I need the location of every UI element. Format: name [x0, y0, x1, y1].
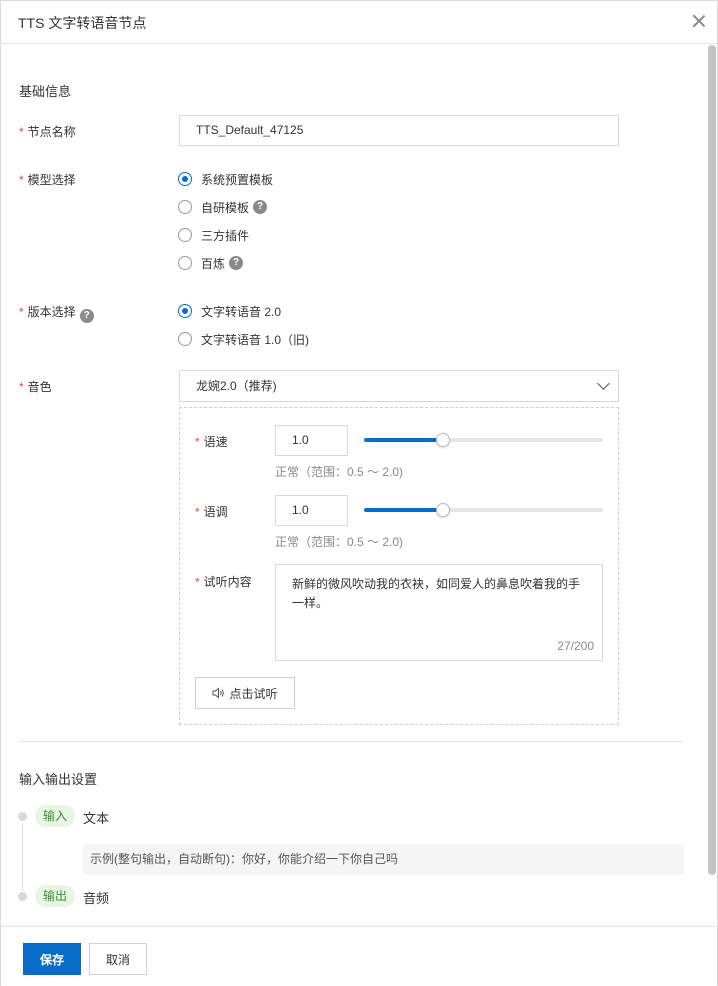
node-name-label: * 节点名称	[19, 125, 76, 139]
version-option-label: 文字转语音 1.0（旧)	[201, 332, 310, 347]
speed-label: * 语速	[195, 435, 228, 449]
required-mark: *	[195, 435, 200, 449]
input-dot	[18, 812, 27, 821]
preview-label: * 试听内容	[195, 575, 252, 589]
tts-node-panel: TTS 文字转语音节点 基础信息 * 节点名称 TTS_Default_47125…	[0, 0, 718, 986]
preview-text: 新鲜的微风吹动我的衣袂，如同爱人的鼻息吹着我的手一样。	[292, 577, 581, 610]
voice-select[interactable]: 龙婉2.0（推荐)	[179, 370, 619, 402]
model-option-label: 自研模板	[201, 200, 250, 215]
model-label: * 模型选择	[19, 173, 76, 187]
required-mark: *	[19, 125, 24, 139]
pitch-label: * 语调	[195, 505, 228, 519]
version-label: * 版本选择?	[19, 303, 94, 323]
required-mark: *	[195, 575, 200, 589]
input-tag: 输入	[35, 805, 76, 827]
help-icon[interactable]: ?	[229, 256, 244, 270]
model-option-custom[interactable]: 自研模板 ?	[178, 198, 268, 216]
chevron-down-icon	[597, 377, 610, 390]
required-mark: *	[19, 305, 24, 319]
preview-textarea[interactable]: 新鲜的微风吹动我的衣袂，如同爱人的鼻息吹着我的手一样。 27/200	[275, 564, 603, 661]
voice-label: * 音色	[19, 380, 52, 394]
speed-hint: 正常（范围：0.5 ～ 2.0)	[275, 465, 404, 479]
cancel-button[interactable]: 取消	[89, 943, 147, 975]
output-dot	[18, 892, 27, 901]
radio-unchecked[interactable]	[178, 332, 192, 346]
speed-slider-fill	[364, 438, 443, 442]
model-option-bailian[interactable]: 百炼 ?	[178, 254, 244, 272]
voice-selected-value: 龙婉2.0（推荐)	[196, 379, 277, 393]
radio-unchecked[interactable]	[178, 200, 192, 214]
model-option-label: 系统预置模板	[201, 172, 274, 187]
section-divider	[19, 741, 683, 742]
pitch-slider[interactable]	[364, 503, 603, 517]
input-type: 文本	[83, 811, 110, 826]
pitch-input[interactable]: 1.0	[275, 495, 348, 526]
required-mark: *	[19, 173, 24, 187]
speaker-icon	[212, 687, 225, 699]
required-mark: *	[195, 505, 200, 519]
basic-info-title: 基础信息	[19, 84, 72, 99]
model-option-plugin[interactable]: 三方插件	[178, 226, 249, 244]
version-option-1[interactable]: 文字转语音 1.0（旧)	[178, 330, 309, 348]
help-icon[interactable]: ?	[79, 309, 94, 323]
required-mark: *	[19, 380, 24, 394]
close-icon[interactable]	[690, 12, 708, 30]
model-option-label: 三方插件	[201, 228, 250, 243]
model-option-system[interactable]: 系统预置模板	[178, 170, 273, 188]
char-counter: 27/200	[557, 639, 594, 653]
listen-button-label: 点击试听	[229, 686, 278, 701]
radio-checked[interactable]	[178, 304, 192, 318]
help-icon[interactable]: ?	[253, 200, 268, 214]
radio-checked[interactable]	[178, 172, 192, 186]
model-option-label: 百炼	[201, 256, 226, 271]
io-connector-line	[22, 823, 23, 891]
panel-header: TTS 文字转语音节点	[1, 1, 717, 44]
version-option-label: 文字转语音 2.0	[201, 304, 282, 319]
speed-slider[interactable]	[364, 433, 603, 447]
pitch-hint: 正常（范围：0.5 ～ 2.0)	[275, 535, 404, 549]
panel-title: TTS 文字转语音节点	[18, 15, 147, 31]
save-button[interactable]: 保存	[23, 943, 81, 975]
pitch-slider-handle[interactable]	[436, 503, 450, 517]
radio-unchecked[interactable]	[178, 256, 192, 270]
listen-button[interactable]: 点击试听	[195, 677, 295, 709]
speed-slider-handle[interactable]	[436, 433, 450, 447]
version-option-2[interactable]: 文字转语音 2.0	[178, 302, 281, 320]
panel-footer: 保存 取消	[1, 926, 717, 986]
output-tag: 输出	[35, 885, 76, 907]
output-type: 音频	[83, 891, 110, 906]
pitch-slider-fill	[364, 508, 443, 512]
input-example: 示例(整句输出，自动断句)：你好，你能介绍一下你自己吗	[83, 844, 684, 875]
node-name-input[interactable]: TTS_Default_47125	[179, 115, 619, 146]
radio-unchecked[interactable]	[178, 228, 192, 242]
speed-input[interactable]: 1.0	[275, 425, 348, 456]
scrollbar[interactable]	[708, 45, 716, 875]
io-settings-title: 输入输出设置	[19, 772, 98, 787]
